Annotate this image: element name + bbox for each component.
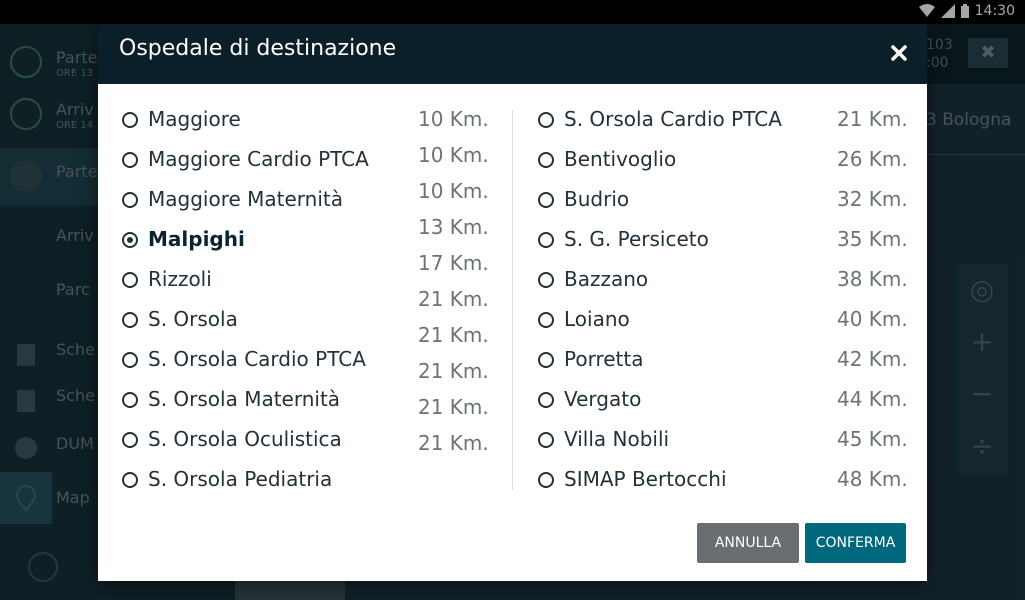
hospital-distance: 21 Km.	[837, 107, 908, 131]
hospital-option[interactable]: S. Orsola Cardio PTCA 21 Km.	[538, 99, 908, 139]
hospital-distance: 42 Km.	[837, 347, 908, 371]
radio-icon[interactable]	[538, 192, 554, 208]
hospital-distance: 10 Km.	[418, 107, 489, 131]
hospital-name: S. Orsola Cardio PTCA	[564, 107, 782, 131]
radio-icon[interactable]	[538, 472, 554, 488]
hospital-option[interactable]: Villa Nobili 45 Km.	[538, 419, 908, 459]
hospital-name: Maggiore Cardio PTCA	[148, 147, 369, 171]
hospital-name: Vergato	[564, 387, 642, 411]
radio-icon[interactable]	[122, 152, 138, 168]
hospital-option[interactable]: Bentivoglio 26 Km.	[538, 139, 908, 179]
hospital-name: S. Orsola	[148, 307, 238, 331]
hospital-option[interactable]: SIMAP Bertocchi 48 Km.	[538, 459, 908, 499]
destination-hospital-dialog: Ospedale di destinazione Maggiore 10 Km. M…	[98, 24, 927, 581]
close-icon[interactable]	[888, 42, 910, 64]
hospital-distance: 21 Km.	[418, 395, 489, 419]
radio-icon[interactable]	[122, 432, 138, 448]
hospital-name: S. G. Persiceto	[564, 227, 709, 251]
dialog-header: Ospedale di destinazione	[98, 24, 927, 84]
radio-icon[interactable]	[538, 432, 554, 448]
dialog-title: Ospedale di destinazione	[119, 36, 397, 61]
radio-checked-icon[interactable]	[122, 232, 138, 248]
hospital-distance: 17 Km.	[418, 251, 489, 275]
hospital-distance: 40 Km.	[837, 307, 908, 331]
confirm-button[interactable]: CONFERMA	[805, 523, 906, 563]
hospital-option[interactable]: Porretta 42 Km.	[538, 339, 908, 379]
radio-icon[interactable]	[538, 392, 554, 408]
hospital-distance: 10 Km.	[418, 179, 489, 203]
radio-icon[interactable]	[538, 272, 554, 288]
hospital-name: SIMAP Bertocchi	[564, 467, 727, 491]
radio-icon[interactable]	[538, 152, 554, 168]
radio-icon[interactable]	[538, 312, 554, 328]
cancel-button[interactable]: ANNULLA	[697, 523, 799, 563]
hospital-option[interactable]: Loiano 40 Km.	[538, 299, 908, 339]
hospital-distance: 21 Km.	[418, 287, 489, 311]
radio-icon[interactable]	[538, 352, 554, 368]
hospital-name: Budrio	[564, 187, 630, 211]
hospital-name: Porretta	[564, 347, 644, 371]
hospital-option[interactable]: Vergato 44 Km.	[538, 379, 908, 419]
radio-icon[interactable]	[122, 272, 138, 288]
radio-icon[interactable]	[122, 352, 138, 368]
hospital-name: S. Orsola Pediatria	[148, 467, 333, 491]
hospital-distance: 21 Km.	[418, 323, 489, 347]
hospital-name: S. Orsola Maternità	[148, 387, 341, 411]
hospital-distance: 48 Km.	[837, 467, 908, 491]
radio-icon[interactable]	[122, 112, 138, 128]
hospital-distance: 13 Km.	[418, 215, 489, 239]
hospital-name: Villa Nobili	[564, 427, 670, 451]
hospital-distance: 38 Km.	[837, 267, 908, 291]
hospital-distance: 35 Km.	[837, 227, 908, 251]
radio-icon[interactable]	[122, 472, 138, 488]
hospital-name: Maggiore Maternità	[148, 187, 343, 211]
hospital-distance: 10 Km.	[418, 143, 489, 167]
hospital-option[interactable]: Maggiore 10 Km.	[122, 99, 492, 139]
hospital-name: S. Orsola Oculistica	[148, 427, 342, 451]
radio-icon[interactable]	[538, 232, 554, 248]
hospital-name: S. Orsola Cardio PTCA	[148, 347, 366, 371]
hospital-name: Rizzoli	[148, 267, 212, 291]
hospital-distance: 32 Km.	[837, 187, 908, 211]
hospital-option[interactable]: Maggiore Maternità 10 Km.	[122, 179, 492, 219]
hospital-name: Bazzano	[564, 267, 649, 291]
hospital-distance: 21 Km.	[418, 359, 489, 383]
hospital-distance: 21 Km.	[418, 431, 489, 455]
radio-icon[interactable]	[122, 312, 138, 328]
hospital-name: Loiano	[564, 307, 630, 331]
hospital-option[interactable]: S. G. Persiceto 35 Km.	[538, 219, 908, 259]
hospital-option[interactable]: S. Orsola Pediatria 21 Km.	[122, 431, 492, 499]
hospital-distance: 44 Km.	[837, 387, 908, 411]
hospital-option[interactable]: Budrio 32 Km.	[538, 179, 908, 219]
hospital-name: Bentivoglio	[564, 147, 677, 171]
hospital-option[interactable]: Bazzano 38 Km.	[538, 259, 908, 299]
column-divider	[512, 110, 513, 490]
hospital-name: Maggiore	[148, 107, 241, 131]
hospital-option[interactable]: Maggiore Cardio PTCA 10 Km.	[122, 139, 492, 179]
radio-icon[interactable]	[122, 192, 138, 208]
hospital-distance: 26 Km.	[837, 147, 908, 171]
radio-icon[interactable]	[538, 112, 554, 128]
hospital-name: Malpighi	[148, 227, 245, 251]
radio-icon[interactable]	[122, 392, 138, 408]
hospital-distance: 45 Km.	[837, 427, 908, 451]
